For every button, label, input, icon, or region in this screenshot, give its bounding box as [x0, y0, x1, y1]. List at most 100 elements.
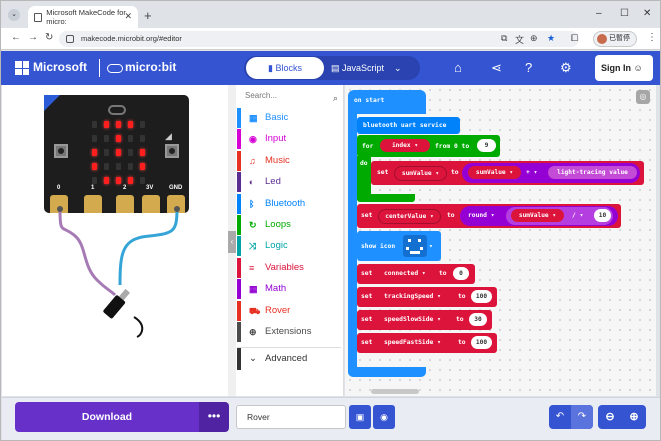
- for-loop-end: [357, 194, 415, 202]
- zoom-icon[interactable]: ⊕: [530, 33, 538, 44]
- download-button[interactable]: Download: [15, 402, 199, 432]
- blocks-button[interactable]: ▮ Blocks: [246, 57, 324, 79]
- bookmark-star-icon[interactable]: ★: [547, 33, 555, 44]
- speedfastside-value[interactable]: 100: [471, 336, 492, 349]
- install-app-icon[interactable]: ⧉: [501, 33, 507, 44]
- close-window-icon[interactable]: ✕: [643, 8, 651, 19]
- settings-gear-icon[interactable]: ⚙: [560, 60, 572, 76]
- divide-operator[interactable]: / ▾: [572, 210, 583, 221]
- to-label: to: [447, 212, 455, 219]
- javascript-label: JavaScript: [342, 63, 385, 73]
- toolbox-category-variables[interactable]: ≡ Variables: [237, 257, 341, 278]
- for-to-value[interactable]: 9: [477, 139, 496, 152]
- toolbox-category-logic[interactable]: ⤨ Logic: [237, 236, 341, 257]
- category-label: Led: [265, 176, 281, 188]
- grid-icon: ▦: [249, 113, 258, 123]
- download-more-button[interactable]: •••: [199, 402, 229, 432]
- category-color-bar: [237, 150, 241, 171]
- toolbox-search-input[interactable]: Search... ⌕: [239, 87, 342, 105]
- microsoft-brand[interactable]: Microsoft: [33, 60, 87, 74]
- round-label[interactable]: round ▾: [468, 210, 495, 221]
- toolbox-category-math[interactable]: ▦ Math: [237, 279, 341, 300]
- browser-menu-icon[interactable]: ⋮: [647, 32, 657, 43]
- zoom-out-icon[interactable]: ⊖: [598, 405, 622, 429]
- on-start-stack-spine: [348, 113, 357, 369]
- help-icon[interactable]: ?: [525, 60, 532, 75]
- bluetooth-uart-block[interactable]: bluetooth uart service: [357, 117, 460, 134]
- extensions-icon[interactable]: ⧠: [571, 33, 578, 44]
- toolbox-category-rover[interactable]: ⛟ Rover: [237, 300, 341, 321]
- light-tracing-value-block[interactable]: light-tracing value: [548, 166, 637, 179]
- maximize-icon[interactable]: ☐: [620, 8, 629, 19]
- download-label: Download: [81, 411, 133, 423]
- connected-value[interactable]: 0: [453, 267, 469, 280]
- share-icon[interactable]: ⋖: [491, 60, 502, 76]
- set-sumvalue-variable[interactable]: sumValue ▾: [394, 166, 447, 181]
- trackingspeed-value[interactable]: 100: [471, 290, 492, 303]
- collapse-simulator-icon[interactable]: ‹: [228, 231, 236, 253]
- browser-tab[interactable]: Microsoft MakeCode for micro: ✕: [28, 6, 138, 28]
- category-label: Math: [265, 283, 287, 295]
- blocks-label: Blocks: [275, 63, 302, 73]
- advanced-color-bar: [237, 348, 241, 370]
- sumvalue-reporter[interactable]: sumValue ▾: [468, 166, 521, 179]
- home-icon[interactable]: ⌂: [454, 60, 462, 75]
- toolbox-category-led[interactable]: ◐ Led: [237, 172, 341, 193]
- new-tab-icon[interactable]: +: [144, 8, 152, 23]
- profile-button[interactable]: 已暫停: [593, 31, 637, 47]
- toolbox-category-input[interactable]: ◉ Input: [237, 129, 341, 150]
- plus-operator[interactable]: + ▾: [526, 167, 537, 178]
- set-speedfastside-var-text: speedFastSide: [384, 339, 434, 346]
- set-trackingspeed-variable[interactable]: trackingSpeed ▾: [384, 291, 441, 302]
- divisor-value[interactable]: 10: [594, 209, 611, 222]
- site-info-icon[interactable]: [66, 35, 74, 43]
- bluetooth-icon: ᛒ: [249, 198, 255, 209]
- tab-close-icon[interactable]: ✕: [124, 11, 132, 22]
- toolbox-category-bluetooth[interactable]: ᛒ Bluetooth: [237, 193, 341, 214]
- toolbox-category-music[interactable]: ♫ Music: [237, 150, 341, 171]
- set-speedslowside-variable[interactable]: speedSlowSide ▾: [384, 314, 441, 325]
- icon-picker[interactable]: [403, 235, 427, 257]
- search-icon[interactable]: ⌕: [333, 89, 338, 107]
- set-label: set: [361, 316, 373, 323]
- for-label: for: [362, 143, 374, 150]
- microbit-logo-icon: [107, 64, 123, 73]
- set-speedfastside-variable[interactable]: speedFastSide ▾: [384, 337, 441, 348]
- redo-icon[interactable]: ↷: [571, 405, 593, 429]
- set-connected-variable[interactable]: connected ▾: [384, 268, 426, 279]
- for-index-variable[interactable]: index ▾: [380, 139, 430, 152]
- toolbox-category-loops[interactable]: ↻ Loops: [237, 215, 341, 235]
- icon-dot: [408, 239, 411, 242]
- toolbox-advanced[interactable]: ⌄ Advanced: [237, 347, 341, 370]
- reload-icon[interactable]: ↻: [45, 32, 53, 43]
- github-icon[interactable]: ◉: [373, 405, 395, 429]
- category-color-bar: [237, 322, 241, 342]
- show-icon-label: show icon: [361, 243, 396, 250]
- forward-icon[interactable]: →: [28, 32, 38, 43]
- workspace-screenshot-icon[interactable]: ◎: [636, 90, 650, 104]
- set-centervalue-variable[interactable]: centerValue ▾: [378, 209, 441, 224]
- bluetooth-uart-label: bluetooth uart service: [363, 122, 447, 129]
- toolbox-category-extensions[interactable]: ⊕ Extensions: [237, 322, 341, 342]
- toolbox-category-basic[interactable]: ▦ Basic: [237, 108, 341, 128]
- project-name-input[interactable]: Rover: [236, 405, 346, 429]
- sumvalue-reporter[interactable]: sumValue ▾: [511, 209, 564, 222]
- on-start-block[interactable]: on start: [348, 90, 426, 114]
- makecode-header: Microsoft micro:bit ▮ Blocks ▤ JavaScrip…: [1, 51, 660, 85]
- microbit-brand[interactable]: micro:bit: [125, 60, 176, 74]
- translate-icon[interactable]: 文: [515, 33, 524, 46]
- headphone-cable: [133, 316, 144, 338]
- sign-in-button[interactable]: Sign In ☺: [595, 55, 653, 81]
- chevron-down-icon[interactable]: ▾: [429, 241, 433, 252]
- tab-search-icon[interactable]: ⌄: [8, 9, 20, 21]
- save-icon[interactable]: ▣: [349, 405, 371, 429]
- back-icon[interactable]: ←: [11, 32, 21, 43]
- address-bar-row: ← → ↻ makecode.microbit.org/#editor ⧉ 文 …: [1, 28, 660, 50]
- workspace-horizontal-scrollbar[interactable]: [371, 389, 419, 394]
- minimize-icon[interactable]: –: [596, 8, 602, 19]
- zoom-in-icon[interactable]: ⊕: [622, 405, 646, 429]
- speedslowside-value[interactable]: 30: [469, 313, 487, 326]
- undo-icon[interactable]: ↶: [549, 405, 571, 429]
- javascript-button[interactable]: ▤ JavaScript ⌄: [331, 57, 411, 79]
- search-placeholder: Search...: [245, 91, 278, 100]
